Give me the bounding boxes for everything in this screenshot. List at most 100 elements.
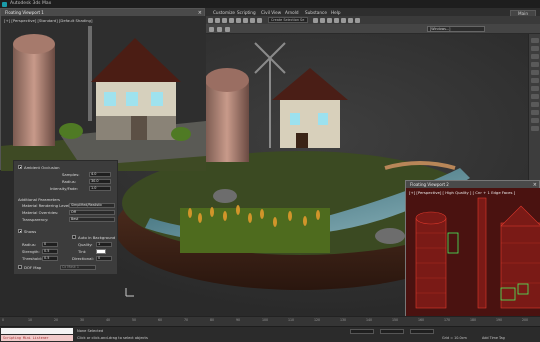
viewport-label[interactable]: [+] [Perspective] [ High Quality ] [ Cnr… <box>409 190 515 195</box>
prompt-line: Click or click-and-drag to select object… <box>77 335 148 340</box>
shadows-label: Shows <box>24 228 37 234</box>
directional-field[interactable]: 0 <box>96 256 112 261</box>
menu-help[interactable]: Help <box>331 10 341 15</box>
tint-color-swatch[interactable] <box>96 249 106 254</box>
viewport-titlebar[interactable]: Floating Viewport 2 × <box>406 181 539 188</box>
select-icon[interactable] <box>208 17 213 23</box>
x-coord-field[interactable] <box>350 329 374 334</box>
timeline-tick: 190 <box>496 318 503 322</box>
material-editor-icon[interactable] <box>334 17 339 23</box>
intensity-label: Intensity/Fade: <box>50 186 78 191</box>
timeline-tick: 40 <box>106 318 111 322</box>
menu-customize[interactable]: Customize <box>213 10 235 15</box>
menu-arnold[interactable]: Arnold <box>285 10 299 15</box>
layer-icon[interactable] <box>320 17 325 23</box>
list-item[interactable] <box>531 102 539 107</box>
command-panel <box>528 34 540 180</box>
y-coord-field[interactable] <box>380 329 404 334</box>
hierarchy-tab-icon[interactable] <box>531 54 539 59</box>
quality-field[interactable]: 1 <box>96 242 112 247</box>
list-item[interactable] <box>531 118 539 123</box>
main-toolbar: Create Selection Se <box>205 16 540 24</box>
mirror-icon[interactable] <box>257 17 262 23</box>
wheat-field <box>180 205 330 253</box>
list-item[interactable] <box>531 86 539 91</box>
additional-params-heading: Additional Parameters <box>18 197 60 202</box>
render-icon[interactable] <box>348 17 353 23</box>
timeline-tick: 50 <box>132 318 137 322</box>
dof-checkbox[interactable] <box>18 265 22 269</box>
strength-field[interactable]: 0.5 <box>42 249 58 254</box>
graph-editor-icon[interactable] <box>327 17 332 23</box>
teapot-render-icon[interactable] <box>355 17 360 23</box>
viewport-titlebar[interactable]: Floating Viewport 1 × <box>1 9 204 16</box>
timeline[interactable]: 0 10 20 30 40 50 60 70 80 90 100 110 120… <box>0 316 540 326</box>
threshold-field[interactable]: 0.5 <box>42 256 58 261</box>
path-dropdown[interactable]: [Windows...] <box>427 26 485 32</box>
maxscript-listener-input[interactable] <box>1 328 73 334</box>
select-by-name-icon[interactable] <box>215 17 220 23</box>
timeline-tick: 0 <box>2 318 5 322</box>
timeline-tick: 180 <box>470 318 477 322</box>
auto-background-checkbox[interactable] <box>72 235 76 239</box>
ribbon-tool-icon[interactable] <box>217 26 222 32</box>
radius-field[interactable]: 30.0 <box>89 179 111 184</box>
viewport-canvas[interactable] <box>1 16 206 171</box>
viewport-label[interactable]: [+] [Perspective] [Standard] [Default Sh… <box>4 18 92 23</box>
close-icon[interactable]: × <box>198 10 202 16</box>
farmhouse <box>272 68 348 148</box>
intensity-field[interactable]: 1.0 <box>89 186 111 191</box>
add-time-tag-button[interactable]: Add Time Tag <box>482 336 505 340</box>
samples-field[interactable]: 4.0 <box>89 172 111 177</box>
wireframe-render <box>406 188 540 317</box>
create-tab-icon[interactable] <box>531 38 539 43</box>
statusbar: Scripting Mini Listener None Selected Cl… <box>0 326 540 342</box>
rotate-icon[interactable] <box>236 17 241 23</box>
directional-label: Directional: <box>72 256 94 261</box>
menu-substance[interactable]: Substance <box>305 10 327 15</box>
timeline-tick: 170 <box>444 318 451 322</box>
silo <box>205 68 249 162</box>
material-overrides-label: Material Overrides: <box>22 210 59 215</box>
timeline-tick: 100 <box>262 318 269 322</box>
snap-icon[interactable] <box>250 17 255 23</box>
align-icon[interactable] <box>313 17 318 23</box>
move-icon[interactable] <box>229 17 234 23</box>
viewport-canvas[interactable] <box>406 188 540 317</box>
motion-tab-icon[interactable] <box>531 62 539 67</box>
timeline-tick: 160 <box>418 318 425 322</box>
grid-status: Grid = 10.0cm <box>442 336 467 340</box>
menu-civil-view[interactable]: Civil View <box>261 10 281 15</box>
timeline-tick: 150 <box>392 318 399 322</box>
floating-viewport-2[interactable]: Floating Viewport 2 × [+] [Perspective] … <box>405 180 540 317</box>
timeline-tick: 60 <box>158 318 163 322</box>
modify-tab-icon[interactable] <box>531 46 539 51</box>
ribbon-tool-icon[interactable] <box>209 26 214 32</box>
display-tab-icon[interactable] <box>531 70 539 75</box>
shadow-radius-field[interactable]: 0 <box>42 242 58 247</box>
z-coord-field[interactable] <box>410 329 434 334</box>
list-item[interactable] <box>531 110 539 115</box>
scale-icon[interactable] <box>243 17 248 23</box>
app-window: Autodesk 3ds Max Customize Scripting Civ… <box>0 0 540 342</box>
ambient-occlusion-checkbox[interactable] <box>18 165 22 169</box>
selection-set-dropdown[interactable]: Create Selection Se <box>268 17 308 23</box>
dof-dropdown[interactable]: Cx Mask 1 <box>60 264 96 270</box>
rect-select-icon[interactable] <box>222 17 227 23</box>
render-setup-icon[interactable] <box>341 17 346 23</box>
material-rendering-dropdown[interactable]: Simplified/Realistic <box>69 203 115 208</box>
utilities-tab-icon[interactable] <box>531 78 539 83</box>
floating-viewport-1[interactable]: Floating Viewport 1 × [+] [Perspective] … <box>0 8 206 171</box>
transparency-dropdown[interactable]: Best <box>69 217 115 222</box>
shadows-checkbox[interactable] <box>18 229 22 233</box>
app-title: Autodesk 3ds Max <box>10 1 52 6</box>
viewport-render <box>1 16 206 171</box>
maxscript-listener-output[interactable]: Scripting Mini Listener <box>1 335 73 341</box>
ribbon-tool-icon[interactable] <box>225 26 230 32</box>
list-item[interactable] <box>531 94 539 99</box>
material-overrides-dropdown[interactable]: Off <box>69 210 115 215</box>
close-icon[interactable]: × <box>533 182 537 188</box>
menu-scripting[interactable]: Scripting <box>237 10 256 15</box>
list-item[interactable] <box>531 126 539 131</box>
viewport-settings-panel: Ambient Occlusion Samples: 4.0 Radius: 3… <box>13 160 118 275</box>
